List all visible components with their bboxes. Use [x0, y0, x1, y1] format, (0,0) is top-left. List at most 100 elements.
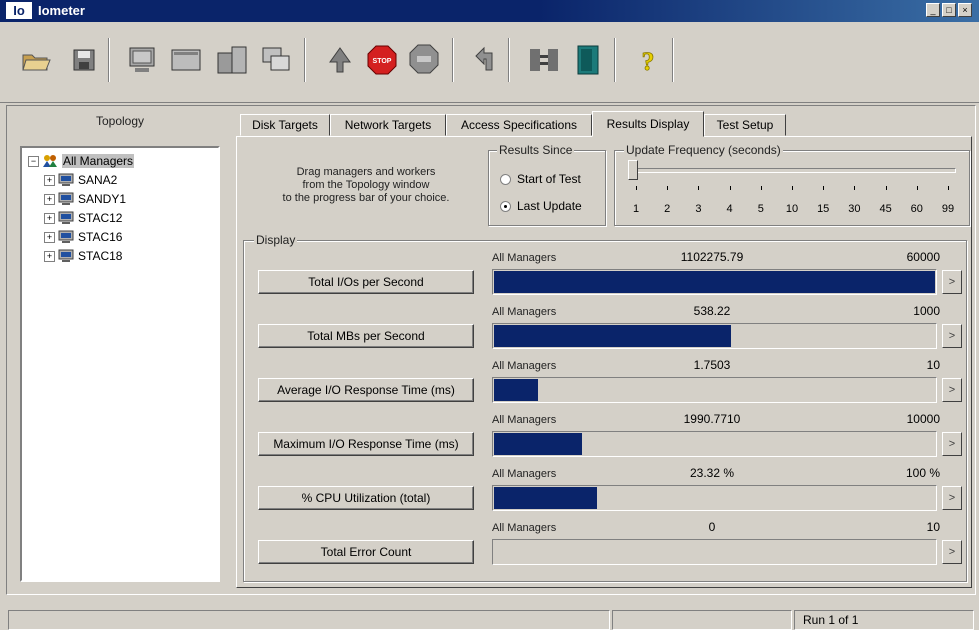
update-frequency-slider[interactable] [628, 160, 638, 180]
metric-bar [492, 485, 937, 511]
toolbar-separator [614, 38, 616, 82]
tree-item-manager[interactable]: + STAC12 [44, 209, 122, 227]
expand-icon[interactable]: + [44, 193, 55, 205]
minimize-button[interactable]: _ [926, 3, 940, 17]
tick-mark [698, 186, 700, 190]
tick-label: 5 [757, 203, 764, 215]
metric-value: 1102275.79 [680, 250, 744, 264]
tab-network-targets[interactable]: Network Targets [330, 114, 446, 136]
tree-root[interactable]: − All Managers [28, 152, 135, 170]
tree-item-manager[interactable]: + SANDY1 [44, 190, 126, 208]
duplicate-worker-icon [262, 47, 290, 71]
stop-button[interactable]: STOP [364, 39, 400, 81]
metric-bar [492, 539, 937, 565]
tree-item-manager[interactable]: + SANA2 [44, 171, 117, 189]
metric-max: 10 [926, 520, 940, 534]
tab-test-setup[interactable]: Test Setup [704, 114, 786, 136]
metric-select-button[interactable]: Maximum I/O Response Time (ms) [258, 432, 474, 456]
managers-icon [43, 155, 57, 167]
metric-value: 0 [708, 520, 716, 534]
new-manager-icon [217, 46, 247, 74]
metric-arrow-button[interactable]: > [942, 378, 962, 402]
tree-item-label: SANA2 [78, 173, 118, 187]
update-frequency-title: Update Frequency (seconds) [624, 143, 783, 157]
expand-icon[interactable]: + [44, 231, 55, 243]
radio-start-of-test[interactable]: Start of Test [500, 172, 581, 186]
topology-label: Topology [95, 114, 145, 128]
topology-tree[interactable]: − All Managers + SANA2 + SANDY1 + STAC12… [20, 146, 220, 582]
tick-mark [885, 186, 887, 190]
about-button[interactable]: ? [630, 39, 666, 81]
about-icon: ? [641, 47, 655, 76]
save-button[interactable] [66, 39, 102, 81]
tab-access-specifications[interactable]: Access Specifications [446, 114, 592, 136]
toolbar: STOP ? [0, 24, 979, 103]
expand-icon[interactable]: + [44, 250, 55, 262]
metric-arrow-button[interactable]: > [942, 486, 962, 510]
tick-mark [916, 186, 918, 190]
tab-results-display[interactable]: Results Display [592, 111, 704, 137]
tab-disk-targets[interactable]: Disk Targets [240, 114, 330, 136]
status-blank [612, 610, 792, 630]
toolbar-separator [108, 38, 110, 82]
stop-all-button[interactable] [406, 39, 442, 81]
expand-icon[interactable]: + [44, 174, 55, 186]
tree-item-label: STAC16 [78, 230, 123, 244]
metric-arrow-button[interactable]: > [942, 270, 962, 294]
metric-value: 538.22 [693, 304, 731, 318]
metric-bar-fill [494, 271, 935, 293]
tree-item-manager[interactable]: + STAC18 [44, 247, 122, 265]
metric-max: 1000 [913, 304, 940, 318]
new-disk-worker-button[interactable] [124, 39, 160, 81]
radio-label: Start of Test [517, 172, 581, 186]
tick-label: 2 [664, 203, 671, 215]
radio-last-update[interactable]: Last Update [500, 199, 582, 213]
reset-workers-button[interactable] [466, 39, 502, 81]
metric-max: 10 [926, 358, 940, 372]
metric-value: 23.32 % [689, 466, 735, 480]
computer-icon [58, 192, 74, 205]
window-title: Iometer [38, 3, 85, 18]
tick-label: 30 [848, 203, 861, 215]
results-since-title: Results Since [497, 143, 575, 157]
stop-label: STOP [373, 58, 392, 65]
radio-button[interactable] [500, 200, 511, 212]
start-button[interactable] [322, 39, 358, 81]
metric-select-button[interactable]: % CPU Utilization (total) [258, 486, 474, 510]
status-run: Run 1 of 1 [794, 610, 974, 630]
stop-icon: STOP [367, 45, 397, 75]
exit-button[interactable] [570, 39, 606, 81]
update-frequency-track[interactable] [634, 168, 956, 173]
duplicate-worker-button[interactable] [258, 39, 294, 81]
collapse-icon[interactable]: − [28, 155, 39, 167]
tree-item-manager[interactable]: + STAC16 [44, 228, 122, 246]
hint-line: Drag managers and workers [296, 166, 436, 178]
close-button[interactable]: × [958, 3, 972, 17]
open-icon [22, 54, 51, 71]
toolbar-separator [452, 38, 454, 82]
stop-all-icon [409, 44, 439, 74]
drag-hint: Drag managers and workers from the Topol… [246, 166, 486, 205]
tick-mark [760, 186, 762, 190]
status-bar: Run 1 of 1 [0, 608, 979, 630]
new-network-worker-button[interactable] [168, 39, 204, 81]
open-button[interactable] [18, 39, 54, 81]
metric-arrow-button[interactable]: > [942, 324, 962, 348]
disconnect-button[interactable] [526, 39, 562, 81]
computer-icon [58, 230, 74, 243]
metric-bar-fill [494, 325, 732, 347]
exit-icon [577, 45, 599, 75]
metric-value: 1.7503 [693, 358, 731, 372]
metric-arrow-button[interactable]: > [942, 540, 962, 564]
metric-manager-label: All Managers [492, 468, 557, 480]
maximize-button[interactable]: □ [942, 3, 956, 17]
expand-icon[interactable]: + [44, 212, 55, 224]
metric-select-button[interactable]: Total Error Count [258, 540, 474, 564]
metric-arrow-button[interactable]: > [942, 432, 962, 456]
metric-select-button[interactable]: Average I/O Response Time (ms) [258, 378, 474, 402]
metric-select-button[interactable]: Total I/Os per Second [258, 270, 474, 294]
metric-select-button[interactable]: Total MBs per Second [258, 324, 474, 348]
radio-button[interactable] [500, 173, 511, 185]
new-manager-button[interactable] [214, 39, 250, 81]
metric-manager-label: All Managers [492, 414, 557, 426]
